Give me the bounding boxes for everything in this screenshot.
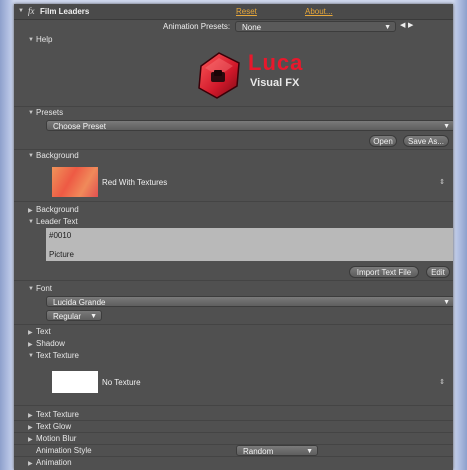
spinner-icon[interactable]: ⇕ [439,378,445,386]
divider [14,280,453,281]
font-style-dropdown[interactable]: Regular ▼ [46,310,102,321]
section-motion-blur[interactable]: Motion Blur [36,434,76,443]
save-as-button[interactable]: Save As... [403,135,449,147]
background2-triangle-icon[interactable]: ▶ [28,207,33,214]
divider [14,405,453,406]
chevron-down-icon: ▼ [90,313,97,320]
choose-preset-value: Choose Preset [53,122,106,131]
animation-triangle-icon[interactable]: ▶ [28,460,33,467]
leader-text-line-1: #0010 [49,231,72,240]
collapse-triangle-icon[interactable]: ▼ [18,8,24,14]
prev-preset-icon[interactable]: ◀ [400,21,405,29]
text-glow-triangle-icon[interactable]: ▶ [28,424,33,431]
edit-button[interactable]: Edit [426,266,450,278]
effect-title: Film Leaders [40,7,90,16]
divider [14,432,453,433]
divider [14,149,453,150]
section-help[interactable]: Help [36,35,52,44]
text-triangle-icon[interactable]: ▶ [28,329,33,336]
animation-presets-label: Animation Presets: [163,22,231,31]
background-triangle-icon[interactable]: ▼ [28,153,34,159]
section-leader-text[interactable]: Leader Text [36,217,78,226]
about-link[interactable]: About... [305,7,333,16]
logo-text-visual-fx: Visual FX [250,77,300,89]
section-text-texture[interactable]: Text Texture [36,351,79,360]
font-triangle-icon[interactable]: ▼ [28,286,34,292]
text-texture2-triangle-icon[interactable]: ▶ [28,412,33,419]
effect-controls-panel: ▼ fx Film Leaders Reset About... Animati… [14,4,453,470]
background-swatch[interactable] [52,167,98,197]
background-name: Red With Textures [102,178,168,187]
text-texture-name: No Texture [102,378,141,387]
help-triangle-icon[interactable]: ▼ [28,37,34,43]
presets-triangle-icon[interactable]: ▼ [28,110,34,116]
divider [14,456,453,457]
section-text[interactable]: Text [36,327,51,336]
reset-link[interactable]: Reset [236,7,257,16]
import-text-file-button[interactable]: Import Text File [349,266,419,278]
chevron-down-icon: ▼ [443,123,450,130]
animation-style-dropdown[interactable]: Random ▼ [236,445,318,456]
spinner-icon[interactable]: ⇕ [439,178,445,186]
section-background[interactable]: Background [36,151,79,160]
fx-label: fx [28,6,35,16]
animation-presets-dropdown[interactable]: None ▼ [235,21,396,32]
font-family-value: Lucida Grande [53,298,106,307]
section-presets[interactable]: Presets [36,108,63,117]
animation-presets-value: None [242,23,262,32]
text-texture-swatch[interactable] [52,371,98,393]
font-family-dropdown[interactable]: Lucida Grande ▼ [46,296,453,307]
chevron-down-icon: ▼ [443,299,450,306]
section-animation[interactable]: Animation [36,458,72,467]
divider [14,444,453,445]
leader-text-line-2: Picture [49,250,74,259]
section-shadow[interactable]: Shadow [36,339,65,348]
divider [14,324,453,325]
section-text-texture-2[interactable]: Text Texture [36,410,79,419]
section-background-2[interactable]: Background [36,205,79,214]
section-font[interactable]: Font [36,284,52,293]
animation-style-label: Animation Style [36,446,92,455]
shadow-triangle-icon[interactable]: ▶ [28,341,33,348]
divider [14,201,453,202]
text-texture-triangle-icon[interactable]: ▼ [28,353,34,359]
divider [14,106,453,107]
next-preset-icon[interactable]: ▶ [408,21,413,29]
section-text-glow[interactable]: Text Glow [36,422,71,431]
open-button[interactable]: Open [369,135,397,147]
logo-text-luca: Luca [248,50,304,75]
leader-text-input[interactable]: #0010 Picture [46,228,453,261]
choose-preset-dropdown[interactable]: Choose Preset ▼ [46,120,453,131]
font-style-value: Regular [53,312,82,321]
animation-style-value: Random [243,447,274,456]
motion-blur-triangle-icon[interactable]: ▶ [28,436,33,443]
leader-text-triangle-icon[interactable]: ▼ [28,219,34,225]
chevron-down-icon: ▼ [384,24,391,31]
divider [14,420,453,421]
